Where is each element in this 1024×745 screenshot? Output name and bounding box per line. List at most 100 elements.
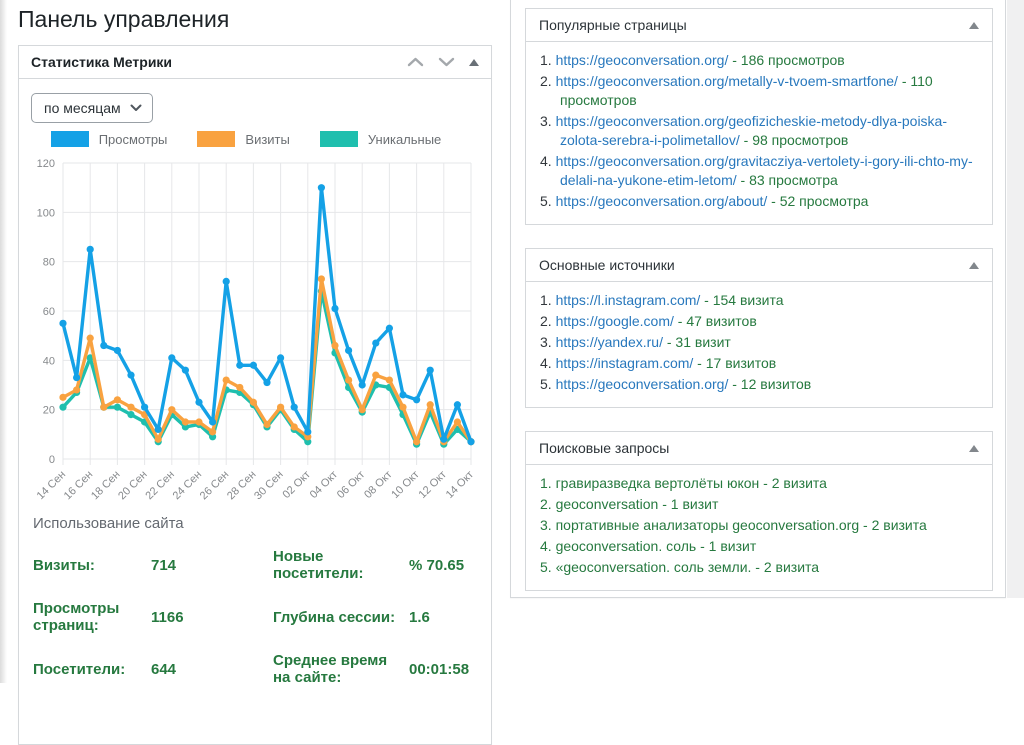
list-item-number: 3. [540,113,556,129]
page-link[interactable]: https://google.com/ [556,313,674,329]
x-axis-label: 28 Сен [225,469,259,503]
legend-item[interactable]: Уникальные [320,131,441,147]
list-item: 4. https://instagram.com/ - 17 визитов [540,354,978,373]
data-point [291,404,298,411]
data-point [182,418,189,425]
page-link[interactable]: https://yandex.ru/ [556,334,663,350]
data-point [345,347,352,354]
collapse-toggle-icon[interactable] [969,22,979,29]
list-item-number: 2. [540,496,556,512]
data-point [223,376,230,383]
data-point [114,404,121,411]
data-point [359,381,366,388]
move-up-icon[interactable] [407,57,424,67]
page-link[interactable]: https://geoconversation.org/about/ [556,193,768,209]
page-title: Панель управления [18,6,229,33]
panel-header: Поисковые запросы [526,432,992,465]
panel-search-queries: Поисковые запросы 1. гравиразведка верто… [525,431,993,591]
chart-legend: Просмотры Визиты Уникальные [31,131,479,147]
search-query-text: geoconversation. соль [556,538,697,554]
data-point [277,404,284,411]
stat-value: 714 [151,557,267,574]
collapse-toggle-icon[interactable] [469,59,479,66]
data-point [182,367,189,374]
collapse-toggle-icon[interactable] [969,445,979,452]
panel-popular-pages: Популярные страницы 1. https://geoconver… [525,8,993,225]
data-point [127,404,134,411]
data-point [467,438,474,445]
data-point [331,342,338,349]
data-point [127,372,134,379]
data-point [59,404,66,411]
data-point [250,399,257,406]
list-item-number: 1. [540,475,556,491]
page-link[interactable]: https://geoconversation.org/ [556,376,729,392]
right-column: Популярные страницы 1. https://geoconver… [510,0,1006,598]
site-usage-stats: Визиты:714Новые посетители:% 70.65Просмо… [33,548,479,686]
panel-title: Основные источники [539,257,675,273]
collapse-toggle-icon[interactable] [969,262,979,269]
page-link[interactable]: https://geoconversation.org/metally-v-tv… [556,73,898,89]
data-point [386,325,393,332]
x-axis-label: 04 Окт [308,469,340,501]
data-point [250,362,257,369]
list-item-number: 5. [540,376,556,392]
legend-item[interactable]: Визиты [197,131,289,147]
stat-label: Визиты: [33,557,145,574]
page-link[interactable]: https://geoconversation.org/ [556,52,729,68]
data-point [291,423,298,430]
data-point [127,411,134,418]
list-item-number: 5. [540,193,556,209]
period-select-value: по месяцам [44,100,121,116]
data-point [59,320,66,327]
stat-value: % 70.65 [409,557,469,574]
stat-label: Среднее время на сайте: [273,652,403,686]
legend-label: Визиты [245,132,289,147]
list-item: 2. geoconversation - 1 визит [540,495,978,514]
item-count: - 2 визита [759,475,827,491]
list-item: 5. https://geoconversation.org/ - 12 виз… [540,375,978,394]
list-item: 1. https://geoconversation.org/ - 186 пр… [540,51,978,70]
list-item: 5. https://geoconversation.org/about/ - … [540,192,978,211]
list-item: 1. гравиразведка вертолёты юкон - 2 визи… [540,474,978,493]
data-point [331,305,338,312]
data-point [114,347,121,354]
stat-value: 644 [151,661,267,678]
data-point [114,396,121,403]
list-item-number: 1. [540,52,556,68]
data-point [304,428,311,435]
data-point [223,278,230,285]
data-point [263,379,270,386]
page-link[interactable]: https://instagram.com/ [556,355,694,371]
page-link[interactable]: https://l.instagram.com/ [556,292,701,308]
metrika-panel-controls [407,57,479,67]
panel-title: Популярные страницы [539,17,687,33]
data-point [236,362,243,369]
y-axis-label: 0 [49,454,55,466]
x-axis-label: 10 Окт [389,469,421,501]
data-point [454,401,461,408]
legend-item[interactable]: Просмотры [51,131,168,147]
data-point [100,342,107,349]
list-item-number: 1. [540,292,556,308]
y-axis-label: 80 [43,257,55,269]
list-item-number: 4. [540,153,556,169]
data-point [413,396,420,403]
item-count: - 31 визит [663,334,731,350]
data-point [87,335,94,342]
legend-swatch-icon [320,131,358,147]
move-down-icon[interactable] [438,57,455,67]
item-count: - 17 визитов [693,355,776,371]
panel-header: Основные источники [526,249,992,282]
period-select[interactable]: по месяцам [31,93,153,123]
item-count: - 1 визит [696,538,756,554]
data-point [386,376,393,383]
list-item-number: 5. [540,559,556,575]
metrika-panel-body: по месяцам ПросмотрыВизитыУникальные 020… [19,79,491,686]
data-point [440,436,447,443]
list-item: 1. https://l.instagram.com/ - 154 визита [540,291,978,310]
stat-label: Просмотры страниц: [33,600,145,634]
data-point [168,406,175,413]
item-count: - 12 визитов [728,376,811,392]
x-axis-label: 14 Окт [444,469,476,501]
